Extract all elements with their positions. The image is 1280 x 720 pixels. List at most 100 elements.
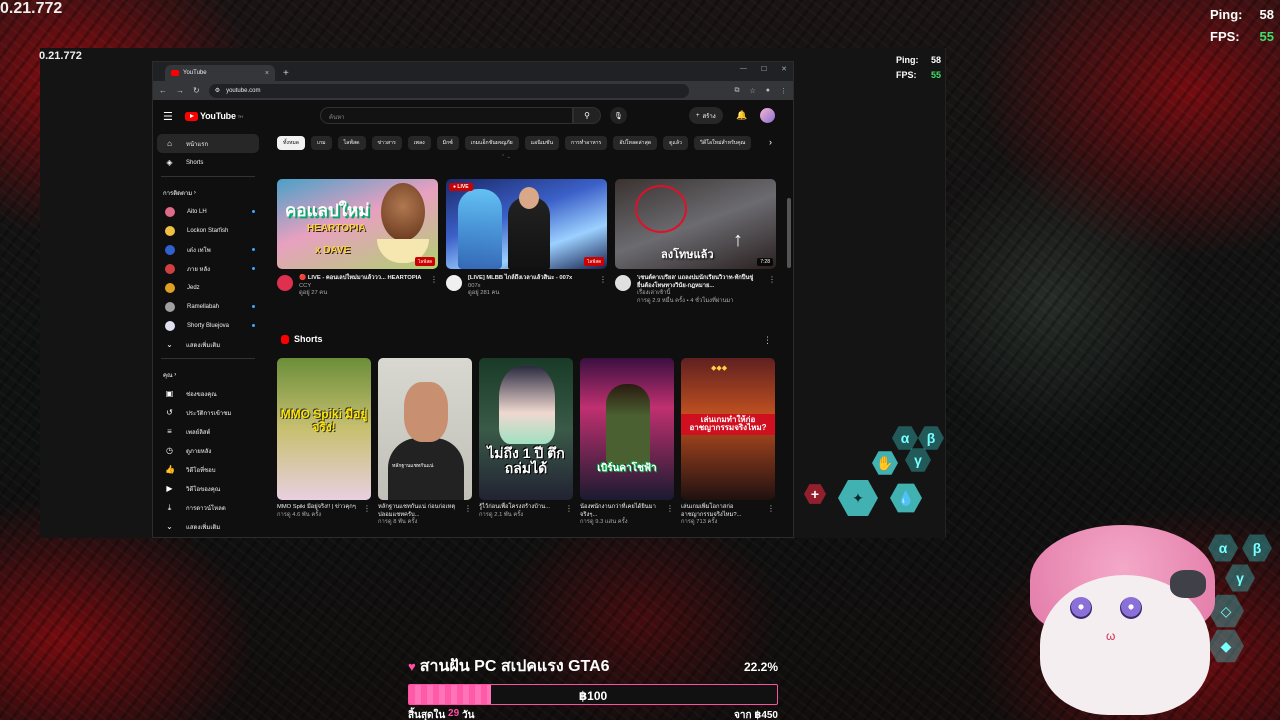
sidebar-subscription[interactable]: Jedz — [153, 278, 263, 297]
install-icon[interactable]: ⧉ — [734, 87, 739, 95]
filter-chip[interactable]: อัปโหลดล่าสุด — [613, 136, 658, 150]
short-thumbnail[interactable]: ไม่ถึง 1 ปี ตึกถล่มได้ — [479, 358, 573, 500]
search-input[interactable]: ค้นหา — [320, 107, 573, 124]
maximize-icon[interactable]: ☐ — [761, 65, 767, 73]
filter-chip[interactable]: แอนิเมชัน — [524, 136, 559, 150]
short-title[interactable]: หลักฐานแชทกันแน่ ก่อนก่อเหตุ ปลอมแชทครับ… — [378, 504, 462, 519]
hamburger-menu-icon[interactable]: ☰ — [163, 110, 179, 123]
sidebar-you-item[interactable]: 👍 วิดีโอที่ชอบ — [153, 460, 263, 479]
filter-chip[interactable]: เกม — [311, 136, 332, 150]
voice-search-button[interactable]: 🎙 — [610, 107, 627, 124]
tab-youtube[interactable]: YouTube × — [165, 65, 275, 81]
chips-next-icon[interactable]: › — [769, 137, 772, 147]
sidebar-you-item[interactable]: ≡ เพลย์ลิสต์ — [153, 422, 263, 441]
filter-chip[interactable]: มิกซ์ — [436, 136, 459, 150]
filter-chip[interactable]: ข่าวสาร — [371, 136, 402, 150]
video-menu-icon[interactable]: ⋮ — [430, 275, 438, 298]
short-title[interactable]: MMO Spiki มีอยู่จริง!! | ข่าวคุกๆ — [277, 504, 361, 512]
site-info-icon[interactable]: ⚙ — [215, 87, 220, 94]
short-card[interactable]: ไม่ถึง 1 ปี ตึกถล่มได้ รู้ไว้ก่อนเพื่อโค… — [479, 358, 573, 527]
short-menu-icon[interactable]: ⋮ — [464, 504, 472, 527]
short-menu-icon[interactable]: ⋮ — [565, 504, 573, 519]
subscriptions-heading[interactable]: การติดตาม › — [153, 183, 263, 202]
url-field[interactable]: ⚙ youtube.com — [208, 83, 689, 98]
video-card[interactable]: คอแลปใหม่ HEARTOPIA x DAVE ไลฟ์สด 🔴 LIVE… — [277, 179, 438, 305]
video-card[interactable]: ↑ ลงโทษแล้ว 7:28 'เซนต์คาเบรียล' แถลงปมน… — [615, 179, 776, 305]
video-title[interactable]: 'เซนต์คาเบรียล' แถลงปมนักเรียนวิวาท-ทักป… — [637, 275, 760, 290]
short-menu-icon[interactable]: ⋮ — [767, 504, 775, 527]
filter-chip[interactable]: วิดีโอใหม่สำหรับคุณ — [693, 136, 752, 150]
you-heading[interactable]: คุณ › — [153, 365, 263, 384]
channel-avatar[interactable] — [615, 275, 631, 291]
video-title[interactable]: 🔴 LIVE - คอนเลปใหม่มาแล้ววว... HEARTOPIA — [299, 275, 422, 283]
forward-icon[interactable]: → — [176, 86, 184, 95]
short-title[interactable]: น้องพนักงานกว่าที่เคยได้ยินมาจริงๆ... — [580, 504, 664, 519]
filter-chip[interactable]: เกมแอ็กชันผจญภัย — [464, 136, 519, 150]
browser-menu-icon[interactable]: ⋮ — [780, 87, 787, 95]
profile-icon[interactable]: ● — [766, 87, 770, 95]
short-menu-icon[interactable]: ⋮ — [363, 504, 371, 519]
create-button[interactable]: + สร้าง — [689, 107, 723, 124]
video-title[interactable]: [LIVE] MLBB ไกล์ถึงเวลาแล้วสินะ - 007x — [468, 275, 591, 283]
sidebar-subscription[interactable]: เต๋ง เทโพ — [153, 240, 263, 259]
video-card[interactable]: ● LIVE ไลฟ์สด [LIVE] MLBB ไกล์ถึงเวลาแล้… — [446, 179, 607, 305]
sidebar-you-item[interactable]: ▣ ช่องของคุณ — [153, 384, 263, 403]
run-timer: 0.21.772 — [0, 0, 63, 17]
filter-chip[interactable]: เพลง — [407, 136, 431, 150]
video-menu-icon[interactable]: ⋮ — [599, 275, 607, 298]
sidebar-you-item[interactable]: ⌄ แสดงเพิ่มเติม — [153, 517, 263, 536]
video-channel[interactable]: CCY — [299, 283, 422, 291]
notifications-bell-icon[interactable]: 🔔 — [736, 110, 747, 121]
video-channel[interactable]: 007x — [468, 283, 591, 291]
shorts-menu-icon[interactable]: ⋮ — [763, 335, 772, 346]
short-title[interactable]: เล่นเกมเพิ่มโอกาสก่ออาชญากรรมจริงไหม?... — [681, 504, 765, 519]
video-menu-icon[interactable]: ⋮ — [768, 275, 776, 305]
reload-icon[interactable]: ↻ — [193, 86, 200, 95]
sidebar-you-item[interactable]: ◷ ดูภายหลัง — [153, 441, 263, 460]
short-card[interactable]: MMO Spiki มีอยู่จริง! MMO Spiki มีอยู่จร… — [277, 358, 371, 527]
sidebar-item-home[interactable]: ⌂ หน้าแรก — [157, 134, 259, 153]
sidebar-item-label: แสดงเพิ่มเติม — [186, 524, 221, 531]
back-icon[interactable]: ← — [159, 86, 167, 95]
channel-avatar[interactable] — [446, 275, 462, 291]
video-thumbnail[interactable]: ↑ ลงโทษแล้ว 7:28 — [615, 179, 776, 269]
sidebar-item-shorts[interactable]: ◈ Shorts — [153, 153, 263, 172]
bookmark-star-icon[interactable]: ☆ — [749, 87, 755, 95]
close-tab-icon[interactable]: × — [265, 70, 269, 77]
channel-avatar[interactable] — [277, 275, 293, 291]
close-window-icon[interactable]: ✕ — [781, 65, 787, 73]
short-title[interactable]: รู้ไว้ก่อนเพื่อโครงสร้างบ้าน... — [479, 504, 563, 512]
filter-chip[interactable]: ไลฟ์สด — [337, 136, 366, 150]
youtube-logo[interactable]: YouTube TH — [185, 111, 243, 121]
short-card[interactable]: ◆◆◆ เล่นเกมทำให้ก่ออาชญากรรมจริงไหม? เล่… — [681, 358, 775, 527]
minimize-icon[interactable]: — — [740, 65, 747, 73]
short-thumbnail[interactable]: ◆◆◆ เล่นเกมทำให้ก่ออาชญากรรมจริงไหม? — [681, 358, 775, 500]
sidebar-subscription[interactable]: Ramellabah — [153, 297, 263, 316]
filter-chip[interactable]: ทั้งหมด — [277, 136, 306, 150]
sidebar-subscription[interactable]: Aito LH — [153, 202, 263, 221]
sidebar-you-item[interactable]: ↺ ประวัติการเข้าชม — [153, 403, 263, 422]
short-card[interactable]: เบิร์นคาโชฟ้า น้องพนักงานกว่าที่เคยได้ยิ… — [580, 358, 674, 527]
sidebar-you-item[interactable]: ▶ วิดีโอของคุณ — [153, 479, 263, 498]
video-channel[interactable]: เรื่องเล่าเช้านี้ — [637, 290, 760, 298]
sidebar-subscription[interactable]: ภาย หลัง — [153, 259, 263, 278]
account-avatar[interactable] — [760, 108, 775, 123]
short-thumbnail[interactable]: หลักฐานแชทกันแน่ — [378, 358, 472, 500]
short-card[interactable]: หลักฐานแชทกันแน่ หลักฐานแชทกันแน่ ก่อนก่… — [378, 358, 472, 527]
short-menu-icon[interactable]: ⋮ — [666, 504, 674, 527]
page-scrollbar[interactable] — [787, 198, 791, 268]
collapse-hint-icon[interactable]: ⌃ ⌄ — [501, 154, 511, 160]
video-thumbnail[interactable]: คอแลปใหม่ HEARTOPIA x DAVE ไลฟ์สด — [277, 179, 438, 269]
short-thumbnail[interactable]: เบิร์นคาโชฟ้า — [580, 358, 674, 500]
search-button[interactable]: ⚲ — [573, 107, 601, 124]
sidebar-subscription[interactable]: Shorty Bluejova — [153, 316, 263, 335]
video-thumbnail[interactable]: ● LIVE ไลฟ์สด — [446, 179, 607, 269]
short-thumbnail[interactable]: MMO Spiki มีอยู่จริง! — [277, 358, 371, 500]
sidebar-show-more-subs[interactable]: ⌄ แสดงเพิ่มเติม — [153, 335, 263, 354]
new-tab-button[interactable]: + — [283, 68, 289, 79]
account-box-icon: ▣ — [165, 389, 174, 398]
sidebar-subscription[interactable]: Lockon Starfish — [153, 221, 263, 240]
sidebar-you-item[interactable]: ⤓ การดาวน์โหลด — [153, 498, 263, 517]
filter-chip[interactable]: ดูแล้ว — [663, 136, 688, 150]
filter-chip[interactable]: การทำอาหาร — [565, 136, 608, 150]
